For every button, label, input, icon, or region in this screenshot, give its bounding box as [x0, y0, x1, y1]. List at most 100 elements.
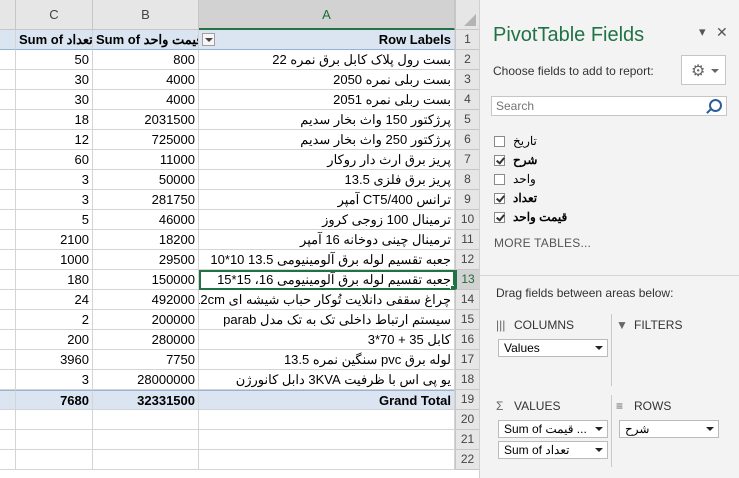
- cell-sum-qty[interactable]: 60: [16, 150, 93, 170]
- row-header[interactable]: 1: [455, 30, 479, 50]
- layout-options-button[interactable]: ⚙: [681, 55, 726, 85]
- cell[interactable]: [199, 410, 455, 430]
- cell-row-label[interactable]: یو پی اس با ظرفیت 3KVA دابل کانورژن: [199, 370, 455, 390]
- chevron-down-icon[interactable]: [595, 427, 603, 431]
- cell-sum-qty[interactable]: 12: [16, 130, 93, 150]
- cell-sum-qty[interactable]: 2100: [16, 230, 93, 250]
- cell-row-label[interactable]: جعبه تقسیم لوله برق آلومینیومی 13.5 10*1…: [199, 250, 455, 270]
- cell-sum-qty[interactable]: 3960: [16, 350, 93, 370]
- cell-row-label[interactable]: پریز برق ارث دار روکار: [199, 150, 455, 170]
- cell-sum-price[interactable]: 281750: [93, 190, 199, 210]
- row-header[interactable]: 21: [455, 430, 479, 450]
- cell-sum-price[interactable]: 29500: [93, 250, 199, 270]
- row-header[interactable]: 3: [455, 70, 479, 90]
- values-field-sum-qty[interactable]: Sum of تعداد: [498, 441, 608, 459]
- cell-sum-price[interactable]: 150000: [93, 270, 199, 290]
- cell[interactable]: [16, 410, 93, 430]
- worksheet[interactable]: C B A Sum of تعداد Sum of قیمت واحد Row …: [0, 0, 479, 478]
- field-checkbox[interactable]: [494, 212, 505, 223]
- values-field-sum-price[interactable]: Sum of قیمت ...: [498, 420, 608, 438]
- cell-sum-qty[interactable]: 180: [16, 270, 93, 290]
- row-header[interactable]: 2: [455, 50, 479, 70]
- cell[interactable]: [16, 450, 93, 470]
- cell[interactable]: [0, 170, 16, 190]
- cell-sum-qty[interactable]: 200: [16, 330, 93, 350]
- cell-sum-price[interactable]: 18200: [93, 230, 199, 250]
- cell-row-label[interactable]: چراغ سقفی دانلایت تُوکار حباب شیشه ای 12…: [199, 290, 455, 310]
- row-header[interactable]: 14: [455, 290, 479, 310]
- cell-sum-qty[interactable]: 5: [16, 210, 93, 230]
- close-icon[interactable]: ✕: [716, 24, 728, 41]
- cell-sum-price[interactable]: 2031500: [93, 110, 199, 130]
- cell-row-label[interactable]: پرژکتور 250 واث بخار سدیم: [199, 130, 455, 150]
- row-header[interactable]: 13: [455, 270, 479, 290]
- row-header[interactable]: 19: [455, 390, 479, 410]
- cell-sum-qty[interactable]: 30: [16, 90, 93, 110]
- field-checkbox[interactable]: [494, 193, 505, 204]
- cell-sum-price[interactable]: 4000: [93, 70, 199, 90]
- cell-row-label[interactable]: پرژکتور 150 واث بخار سدیم: [199, 110, 455, 130]
- row-header[interactable]: 9: [455, 190, 479, 210]
- column-header-c[interactable]: C: [16, 0, 93, 30]
- header-sum-qty[interactable]: Sum of تعداد: [16, 30, 93, 50]
- cell[interactable]: [0, 290, 16, 310]
- chevron-down-icon[interactable]: [706, 427, 714, 431]
- field-checkbox[interactable]: [494, 174, 505, 185]
- row-header[interactable]: 11: [455, 230, 479, 250]
- cell[interactable]: [0, 350, 16, 370]
- cell[interactable]: [16, 430, 93, 450]
- field-checkbox[interactable]: [494, 136, 505, 147]
- row-header[interactable]: 7: [455, 150, 479, 170]
- row-header[interactable]: 8: [455, 170, 479, 190]
- cell[interactable]: [0, 210, 16, 230]
- field-checkbox[interactable]: [494, 155, 505, 166]
- cell-sum-price[interactable]: 28000000: [93, 370, 199, 390]
- cell-sum-qty[interactable]: 1000: [16, 250, 93, 270]
- cell[interactable]: [0, 150, 16, 170]
- cell[interactable]: [93, 410, 199, 430]
- row-header[interactable]: 22: [455, 450, 479, 470]
- cell-row-label[interactable]: سیستم ارتباط داخلی تک به تک مدل parab: [199, 310, 455, 330]
- cell[interactable]: [0, 130, 16, 150]
- field-list-item[interactable]: تعداد: [494, 190, 714, 208]
- field-list-item[interactable]: قیمت واحد: [494, 209, 714, 227]
- cell[interactable]: [0, 410, 16, 430]
- cell[interactable]: [0, 310, 16, 330]
- total-sum-price[interactable]: 32331500: [93, 390, 199, 410]
- cell-sum-qty[interactable]: 2: [16, 310, 93, 330]
- cell-sum-price[interactable]: 492000: [93, 290, 199, 310]
- cell[interactable]: [0, 270, 16, 290]
- rows-field-description[interactable]: شرح: [619, 420, 719, 438]
- field-list-item[interactable]: تاریخ: [494, 133, 714, 151]
- cell-sum-qty[interactable]: 50: [16, 50, 93, 70]
- row-header[interactable]: 15: [455, 310, 479, 330]
- row-header[interactable]: 16: [455, 330, 479, 350]
- cell-sum-qty[interactable]: 3: [16, 170, 93, 190]
- cell-sum-price[interactable]: 11000: [93, 150, 199, 170]
- column-header-b[interactable]: B: [93, 0, 199, 30]
- field-list-item[interactable]: شرح: [494, 152, 714, 170]
- cell-sum-qty[interactable]: 24: [16, 290, 93, 310]
- search-input[interactable]: [492, 97, 700, 115]
- filters-area[interactable]: ▼ FILTERS: [611, 314, 730, 384]
- row-header[interactable]: 20: [455, 410, 479, 430]
- cell[interactable]: [0, 90, 16, 110]
- cell[interactable]: [93, 430, 199, 450]
- column-header-partial[interactable]: [0, 0, 16, 30]
- cell[interactable]: [0, 190, 16, 210]
- row-header[interactable]: 5: [455, 110, 479, 130]
- chevron-down-icon[interactable]: [595, 448, 603, 452]
- row-header[interactable]: 6: [455, 130, 479, 150]
- cell-sum-price[interactable]: 280000: [93, 330, 199, 350]
- cell[interactable]: [199, 430, 455, 450]
- cell[interactable]: [0, 330, 16, 350]
- header-sum-price[interactable]: Sum of قیمت واحد: [93, 30, 199, 50]
- more-tables-link[interactable]: MORE TABLES...: [494, 236, 591, 250]
- field-list-item[interactable]: واحد: [494, 171, 714, 189]
- cell-row-label[interactable]: پریز برق فلزی 13.5: [199, 170, 455, 190]
- cell-sum-price[interactable]: 46000: [93, 210, 199, 230]
- cell[interactable]: [93, 450, 199, 470]
- cell[interactable]: [0, 30, 16, 50]
- cell-sum-price[interactable]: 800: [93, 50, 199, 70]
- cell[interactable]: [0, 430, 16, 450]
